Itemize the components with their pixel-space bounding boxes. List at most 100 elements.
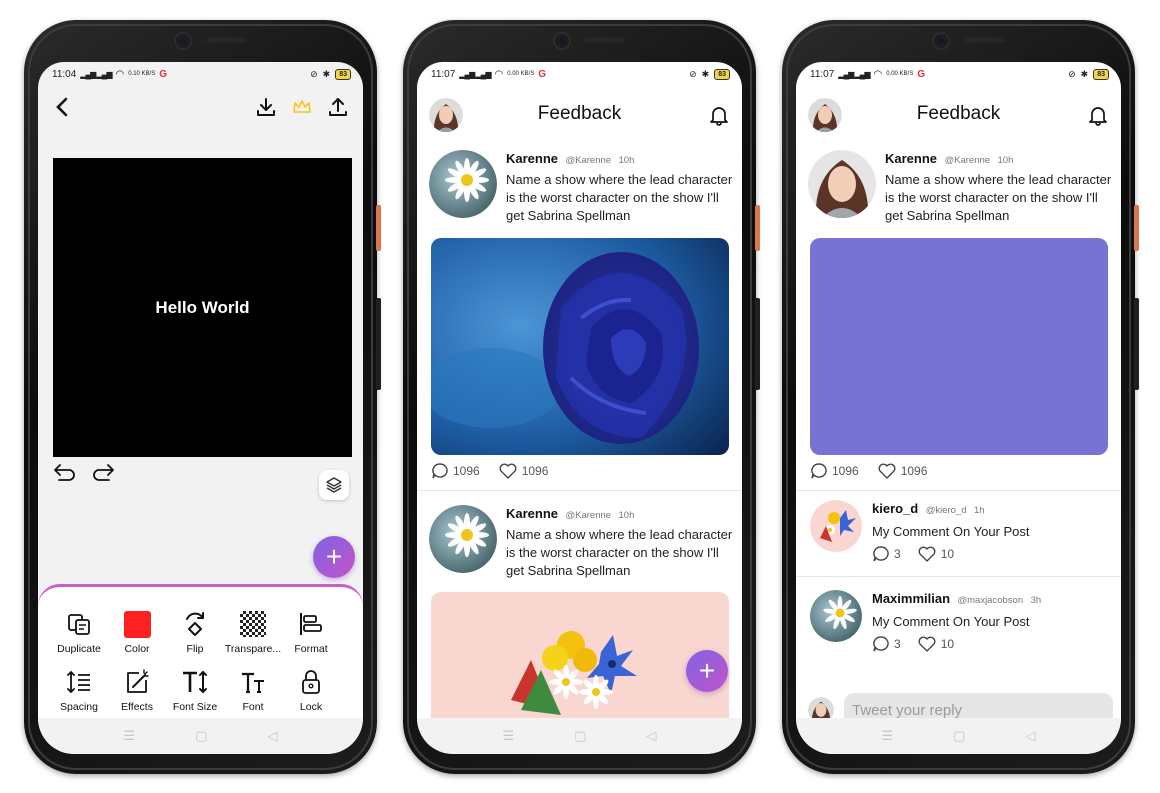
tool-label: Font [242,701,264,713]
flower-avatar-icon [810,500,862,552]
post-text: Karenne @Karenne 10h Name a show where t… [885,150,1115,225]
woman-avatar-icon [429,98,463,132]
home-nav-icon[interactable]: ▢ [574,728,586,744]
reply-action[interactable]: 3 [872,545,901,563]
add-button[interactable]: + [313,536,355,578]
post-avatar[interactable] [429,150,497,218]
divider [796,490,1121,491]
notifications-button[interactable] [708,104,730,131]
comment-action[interactable]: 1096 [431,462,480,480]
undo-button[interactable] [52,462,78,487]
new-post-button[interactable]: + [686,650,728,692]
phone-feed: 11:07 ▂▄▆ ▂▄▆ ◠ 0.00 KB/S G ⊘ ✱ 83 Feedb… [403,20,760,774]
feed-header: Feedback [796,94,1121,134]
comment-avatar[interactable] [810,590,862,642]
mute-icon: ⊘ [310,68,318,79]
status-time: 11:04 [52,68,77,80]
editor-toolbar [38,92,363,122]
menu-nav-icon[interactable]: ☰ [124,728,136,744]
blue-rose-image [431,238,729,455]
post-image[interactable] [431,592,729,718]
comment-avatar[interactable] [810,500,862,552]
post-text: Karenne @Karenne 10h Name a show where t… [506,505,736,580]
upload-icon [329,98,347,116]
like-action[interactable]: 10 [917,635,954,653]
tool-color[interactable]: Color [108,609,166,655]
comment-action[interactable]: 1096 [810,462,859,480]
premium-button[interactable] [291,96,313,118]
menu-nav-icon[interactable]: ☰ [503,728,515,744]
comment-text: kiero_d @kiero_d 1h My Comment On Your P… [872,500,1030,563]
profile-avatar[interactable] [808,98,842,132]
back-nav-icon[interactable]: ◁ [646,728,656,744]
tool-font-size[interactable]: Font Size [166,667,224,713]
post-author[interactable]: Karenne [506,151,558,166]
menu-nav-icon[interactable]: ☰ [882,728,894,744]
back-button[interactable] [52,96,74,118]
notch [884,26,1034,58]
post-text: Karenne @Karenne 10h Name a show where t… [506,150,736,225]
post-avatar[interactable] [429,505,497,573]
back-arrow-icon [56,97,68,117]
post-time: 10h [997,155,1014,166]
front-camera [552,32,571,50]
tool-spacing[interactable]: Spacing [50,667,108,713]
post-time: 10h [618,510,635,521]
page-title: Feedback [916,103,1001,124]
post-time: 10h [618,155,635,166]
tool-lock[interactable]: Lock [282,667,340,713]
post-image[interactable] [431,238,729,455]
download-button[interactable] [255,96,277,118]
comment-author[interactable]: Maximmilian [872,591,950,606]
notch [126,26,276,58]
post-avatar[interactable] [808,150,876,218]
transparency-icon [240,611,266,637]
design-canvas[interactable]: Hello World [53,158,352,457]
heart-icon [918,546,936,562]
back-nav-icon[interactable]: ◁ [267,728,277,744]
like-action[interactable]: 1096 [877,462,927,480]
comment-author[interactable]: kiero_d [872,501,918,516]
system-nav-bar: ☰ ▢ ◁ [417,718,742,754]
post-image[interactable] [810,238,1108,455]
redo-button[interactable] [90,462,116,487]
comment-count: 1096 [832,464,859,478]
comment-body: My Comment On Your Post [872,614,1030,629]
notifications-button[interactable] [1087,104,1109,131]
reply-action[interactable]: 3 [872,635,901,653]
share-button[interactable] [327,96,349,118]
heart-icon [499,463,517,479]
post-author[interactable]: Karenne [506,506,558,521]
like-action[interactable]: 1096 [498,462,548,480]
crown-icon [293,100,311,113]
layers-button[interactable] [319,470,349,500]
tool-font[interactable]: Font [224,667,282,713]
tool-effects[interactable]: Effects [108,667,166,713]
profile-avatar[interactable] [429,98,463,132]
layers-icon [326,477,342,493]
woman-avatar-icon [808,98,842,132]
signal-icon: ▂▄▆ ▂▄▆ [459,69,491,79]
tool-format[interactable]: Format [282,609,340,655]
home-nav-icon[interactable]: ▢ [195,728,207,744]
canvas-text[interactable]: Hello World [155,298,249,318]
post-author[interactable]: Karenne [885,151,937,166]
tool-flip[interactable]: Flip [166,609,224,655]
tool-label: Duplicate [57,643,101,655]
back-nav-icon[interactable]: ◁ [1025,728,1035,744]
undo-icon [54,464,75,481]
earpiece-speaker [205,37,246,43]
woman-avatar-icon [808,150,876,218]
phone-post-detail: 11:07 ▂▄▆ ▂▄▆ ◠ 0.00 KB/S G ⊘ ✱ 83 Feedb… [782,20,1139,774]
bluetooth-icon: ✱ [322,68,331,79]
phone-editor: 11:04 ▂▄▆ ▂▄▆ ◠ 0.10 KB/S G ⊘ ✱ 83 Hello… [24,20,381,774]
like-action[interactable]: 10 [917,545,954,563]
system-nav-bar: ☰ ▢ ◁ [796,718,1121,754]
tool-transparency[interactable]: Transpare... [224,609,282,655]
post-stats: 1096 1096 [810,462,927,480]
home-nav-icon[interactable]: ▢ [953,728,965,744]
like-count: 10 [940,637,955,651]
tool-duplicate[interactable]: Duplicate [50,609,108,655]
post-stats: 1096 1096 [431,462,548,480]
status-bar: 11:07 ▂▄▆ ▂▄▆ ◠ 0.00 KB/S G ⊘ ✱ 83 [796,62,1121,86]
